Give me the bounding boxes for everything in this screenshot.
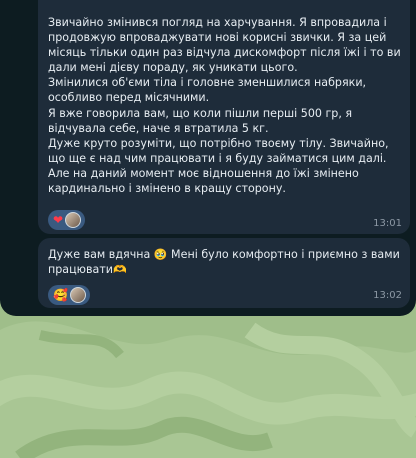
reaction-badge[interactable]: 🥰	[48, 285, 90, 305]
message-bubble[interactable]: Звичайно змінився погляд на харчування. …	[38, 0, 410, 234]
reaction-badge[interactable]: ❤	[48, 210, 86, 230]
message-text-part: Дуже вам вдячна	[48, 248, 154, 261]
message-text: Дуже вам вдячна 🥹 Мені було комфортно і …	[48, 247, 402, 277]
message-time: 13:02	[373, 290, 402, 301]
message-text: Звичайно змінився погляд на харчування. …	[48, 16, 401, 196]
reactor-avatar	[65, 212, 82, 228]
chat-history[interactable]: Звичайно змінився погляд на харчування. …	[0, 0, 416, 316]
message-bubble[interactable]: Дуже вам вдячна 🥹 Мені було комфортно і …	[38, 238, 410, 308]
smiling-hearts-reaction-icon: 🥰	[53, 288, 68, 302]
reactor-avatar	[69, 287, 86, 303]
pleading-face-icon: 🥹	[153, 248, 168, 261]
heart-hands-icon: 🫶	[113, 263, 127, 277]
heart-reaction-icon: ❤	[53, 213, 64, 227]
message-time: 13:01	[373, 218, 402, 229]
